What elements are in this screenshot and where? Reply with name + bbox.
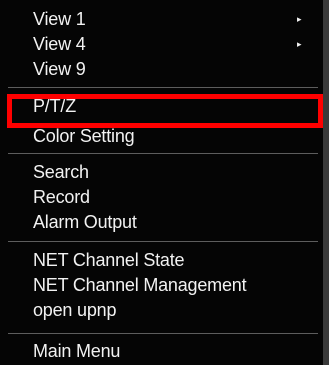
menu-item-open-upnp[interactable]: open upnp [0,298,323,323]
menu-item-view-1[interactable]: View 1 ▸ [0,7,323,32]
menu-item-label: Alarm Output [33,212,137,232]
menu-separator [8,333,318,334]
menu-item-net-channel-management[interactable]: NET Channel Management [0,273,323,298]
menu-item-alarm-output[interactable]: Alarm Output [0,210,323,235]
menu-item-label: View 4 [33,34,86,54]
menu-item-label: View 1 [33,9,86,29]
submenu-arrow-icon: ▸ [297,39,302,49]
menu-item-search[interactable]: Search [0,160,323,185]
menu-item-label: Main Menu [33,341,121,361]
menu-item-net-channel-state[interactable]: NET Channel State [0,248,323,273]
menu-item-label: NET Channel State [33,250,185,270]
selection-highlight-box [7,94,323,128]
menu-item-label: Search [33,162,89,182]
context-menu: View 1 ▸ View 4 ▸ View 9 P/T/Z Color Set… [0,0,323,365]
menu-item-main-menu[interactable]: Main Menu [0,339,323,364]
menu-item-label: open upnp [33,300,117,320]
menu-separator [8,241,318,242]
menu-separator [8,153,318,154]
menu-item-label: NET Channel Management [33,275,247,295]
menu-item-label: View 9 [33,59,86,79]
menu-item-record[interactable]: Record [0,185,323,210]
menu-separator [8,87,318,88]
menu-item-view-4[interactable]: View 4 ▸ [0,32,323,57]
submenu-arrow-icon: ▸ [297,14,302,24]
menu-item-view-9[interactable]: View 9 [0,57,323,82]
menu-item-label: Record [33,187,90,207]
